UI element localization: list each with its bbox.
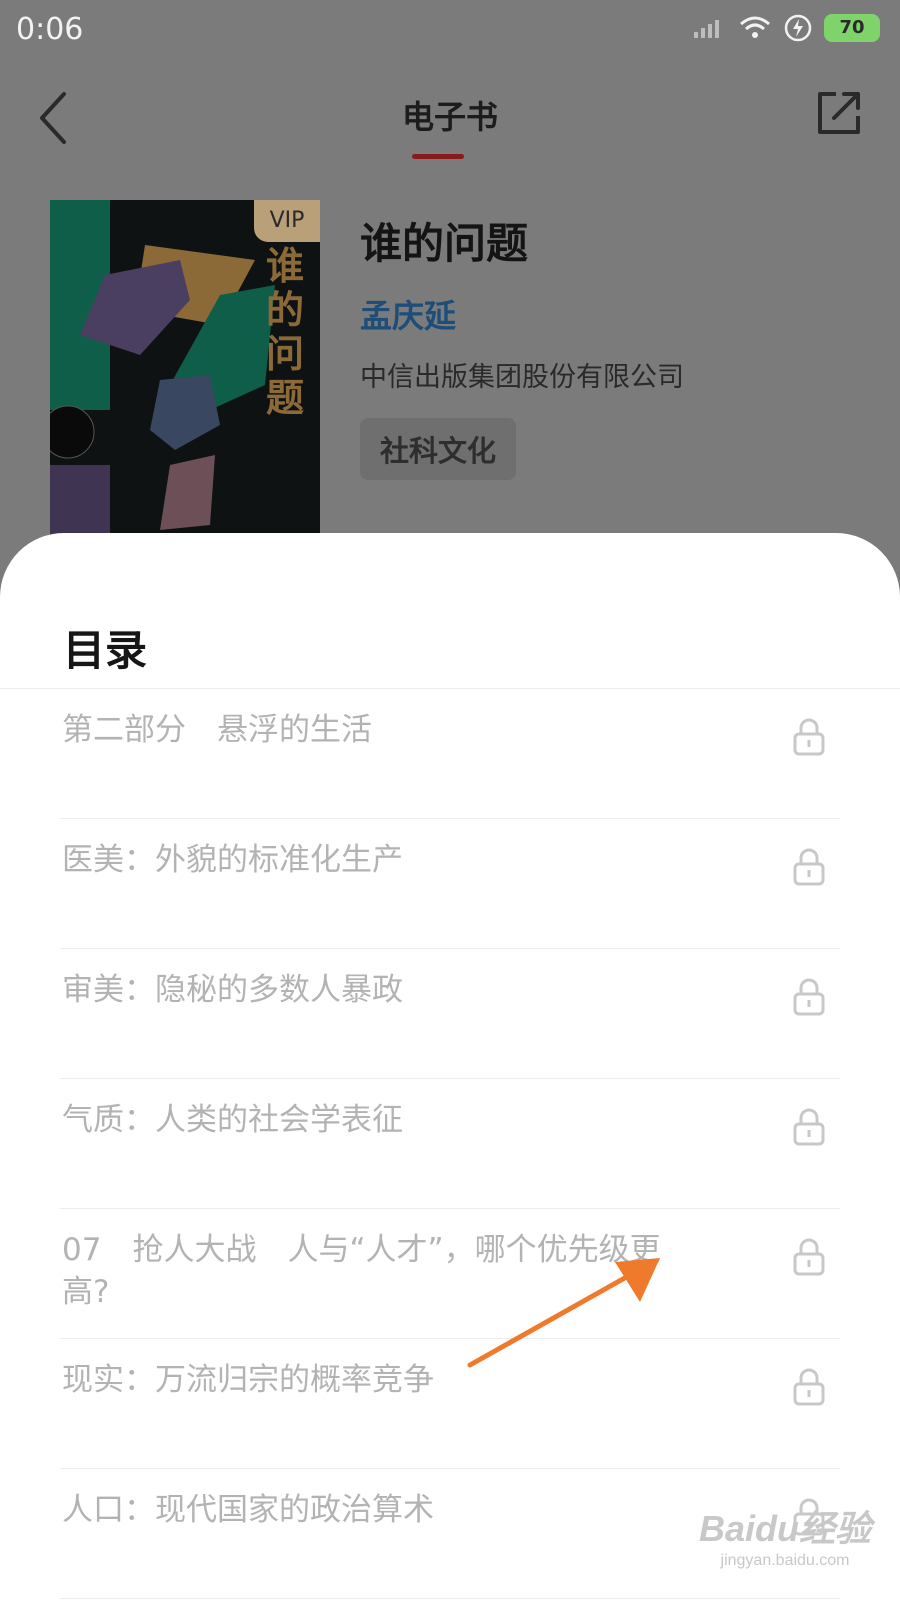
- wifi-icon: [740, 16, 770, 38]
- header: 电子书: [0, 70, 900, 170]
- book-info: 谁的问题 孟庆延 中信出版集团股份有限公司 社科文化: [360, 210, 684, 480]
- book-author-link[interactable]: 孟庆延: [360, 291, 684, 337]
- category-tag[interactable]: 社科文化: [360, 418, 517, 480]
- book-publisher: 中信出版集团股份有限公司: [360, 362, 684, 393]
- lock-icon: [793, 978, 825, 1016]
- status-icons: 70: [692, 14, 880, 42]
- page-title: 电子书: [401, 98, 498, 136]
- lock-icon: [793, 718, 825, 756]
- lock-icon: [793, 1238, 825, 1276]
- watermark-logo-text: Baidu经验: [698, 1508, 871, 1549]
- signal-icon: [694, 20, 719, 38]
- toc-item-label: 07 抢人大战 人与“人才”，哪个优先级更高?: [62, 1232, 661, 1310]
- toc-item-label: 审美：隐秘的多数人暴政: [62, 972, 403, 1008]
- book-title: 谁的问题: [360, 219, 529, 268]
- toc-item[interactable]: 审美：隐秘的多数人暴政: [0, 949, 900, 1079]
- toc-title: 目录: [63, 626, 148, 675]
- toc-item[interactable]: 第二部分 悬浮的生活: [0, 689, 900, 819]
- toc-item[interactable]: 气质：人类的社会学表征: [0, 1079, 900, 1209]
- status-time: 0:06: [16, 12, 84, 47]
- share-icon[interactable]: [814, 88, 864, 138]
- toc-item[interactable]: 医美：外貌的标准化生产: [0, 819, 900, 949]
- watermark: Baidu经验 jingyan.baidu.com: [690, 1500, 880, 1570]
- watermark-url: jingyan.baidu.com: [720, 1552, 850, 1569]
- toc-item-label: 气质：人类的社会学表征: [62, 1102, 403, 1138]
- charging-icon: [784, 14, 812, 42]
- divider: [60, 1598, 840, 1599]
- battery-indicator: 70: [824, 14, 880, 42]
- toc-item-label: 医美：外貌的标准化生产: [62, 842, 403, 878]
- toc-item-label: 人口：现代国家的政治算术: [62, 1492, 434, 1528]
- vip-badge: VIP: [254, 200, 320, 242]
- toc-item[interactable]: 现实：万流归宗的概率竞争: [0, 1339, 900, 1469]
- toc-bottom-sheet: 目录 第二部分 悬浮的生活 医美：外貌的标准化生产 审美：隐秘的多数人暴政 气质…: [0, 533, 900, 1600]
- toc-item-label: 第二部分 悬浮的生活: [62, 712, 372, 748]
- book-cover[interactable]: VIP 谁的问题: [50, 200, 320, 535]
- lock-icon: [793, 848, 825, 886]
- status-bar: 0:06 70: [0, 0, 900, 62]
- toc-item-label: 现实：万流归宗的概率竞争: [62, 1362, 434, 1398]
- toc-item[interactable]: 07 抢人大战 人与“人才”，哪个优先级更高?: [0, 1209, 900, 1339]
- toc-list: 第二部分 悬浮的生活 医美：外貌的标准化生产 审美：隐秘的多数人暴政 气质：人类…: [0, 689, 900, 1599]
- lock-icon: [793, 1108, 825, 1146]
- title-underline: [412, 154, 464, 159]
- cover-title: 谁的问题: [266, 244, 305, 420]
- lock-icon: [793, 1368, 825, 1406]
